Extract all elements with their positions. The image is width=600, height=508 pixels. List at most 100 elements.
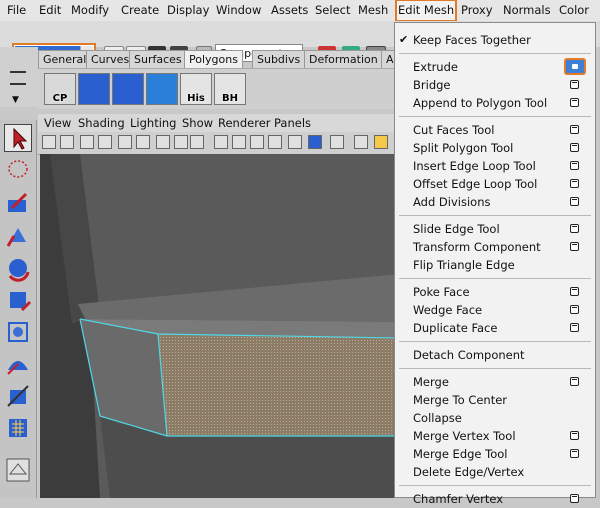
- option-box-icon[interactable]: [570, 143, 579, 152]
- menu-icon[interactable]: [10, 71, 26, 85]
- menu-item-slide-edge-tool[interactable]: Slide Edge Tool: [395, 220, 595, 238]
- menu-item-cut-faces-tool[interactable]: Cut Faces Tool: [395, 121, 595, 139]
- camera-attributes-icon[interactable]: [60, 135, 74, 149]
- option-box-icon[interactable]: [570, 197, 579, 206]
- move-tool-icon[interactable]: [4, 222, 32, 250]
- menu-edit[interactable]: Edit: [38, 0, 62, 21]
- menu-item-offset-edge-loop-tool[interactable]: Offset Edge Loop Tool: [395, 175, 595, 193]
- menu-item-poke-face[interactable]: Poke Face: [395, 283, 595, 301]
- panel-menu-shading[interactable]: Shading: [78, 114, 125, 132]
- menu-item-insert-edge-loop-tool[interactable]: Insert Edge Loop Tool: [395, 157, 595, 175]
- single-pane-layout-icon[interactable]: [4, 456, 32, 484]
- tab-polygons[interactable]: Polygons: [184, 50, 243, 68]
- bookmark-icon[interactable]: [80, 135, 94, 149]
- panel-menu-show[interactable]: Show: [182, 114, 213, 132]
- menu-item-extrude[interactable]: Extrude: [395, 58, 595, 76]
- panel-menu-lighting[interactable]: Lighting: [130, 114, 176, 132]
- option-box-icon[interactable]: [570, 449, 579, 458]
- option-box-icon[interactable]: [570, 305, 579, 314]
- tab-surfaces[interactable]: Surfaces: [129, 50, 187, 68]
- menu-item-add-divisions[interactable]: Add Divisions: [395, 193, 595, 211]
- option-box-icon[interactable]: [570, 125, 579, 134]
- show-manipulator-icon[interactable]: [4, 382, 32, 410]
- menu-color[interactable]: Color: [558, 0, 590, 21]
- viewport[interactable]: [40, 154, 400, 498]
- menu-item-collapse[interactable]: Collapse: [395, 409, 595, 427]
- panel-menu-view[interactable]: View: [44, 114, 71, 132]
- lights-icon[interactable]: [268, 135, 282, 149]
- bevel-icon[interactable]: BH: [214, 73, 246, 105]
- menu-item-merge-vertex-tool[interactable]: Merge Vertex Tool: [395, 427, 595, 445]
- tab-general[interactable]: General: [38, 50, 92, 68]
- menu-display[interactable]: Display: [166, 0, 210, 21]
- menu-item-flip-triangle-edge[interactable]: Flip Triangle Edge: [395, 256, 595, 274]
- menu-proxy[interactable]: Proxy: [460, 0, 494, 21]
- camera-icon[interactable]: [42, 135, 56, 149]
- scale-tool-icon[interactable]: [4, 286, 32, 314]
- menu-modify[interactable]: Modify: [70, 0, 110, 21]
- menu-item-split-polygon-tool[interactable]: Split Polygon Tool: [395, 139, 595, 157]
- safe-action-icon[interactable]: [174, 135, 188, 149]
- menu-item-append-to-polygon-tool[interactable]: Append to Polygon Tool: [395, 94, 595, 112]
- menu-item-wedge-face[interactable]: Wedge Face: [395, 301, 595, 319]
- lasso-tool-icon[interactable]: [4, 156, 32, 184]
- last-tool-icon[interactable]: [4, 414, 32, 442]
- panel-menu-panels[interactable]: Panels: [274, 114, 311, 132]
- menu-select[interactable]: Select: [314, 0, 351, 21]
- menu-item-keep-faces-together[interactable]: ✔ Keep Faces Together: [395, 31, 595, 49]
- rotate-tool-icon[interactable]: [4, 254, 32, 282]
- menu-item-chamfer-vertex[interactable]: Chamfer Vertex: [395, 490, 595, 508]
- menu-item-detach-component[interactable]: Detach Component: [395, 346, 595, 364]
- smooth-icon[interactable]: [146, 73, 178, 105]
- option-box-icon[interactable]: [570, 323, 579, 332]
- isolate-icon[interactable]: [190, 135, 204, 149]
- paint-select-icon[interactable]: [4, 190, 32, 218]
- option-box-icon[interactable]: [570, 224, 579, 233]
- menu-mesh[interactable]: Mesh: [357, 0, 389, 21]
- chevron-down-icon[interactable]: ▼: [12, 95, 19, 105]
- shadows-icon[interactable]: [288, 135, 302, 149]
- image-plane-icon[interactable]: [374, 135, 388, 149]
- menu-item-merge-to-center[interactable]: Merge To Center: [395, 391, 595, 409]
- menu-window[interactable]: Window: [215, 0, 262, 21]
- smooth-shade-icon[interactable]: [232, 135, 246, 149]
- textured-icon[interactable]: [250, 135, 264, 149]
- delete-history-icon[interactable]: His: [180, 73, 212, 105]
- option-box-icon[interactable]: [570, 98, 579, 107]
- extract-icon[interactable]: [78, 73, 110, 105]
- menu-item-merge[interactable]: Merge: [395, 373, 595, 391]
- menu-normals[interactable]: Normals: [502, 0, 552, 21]
- grid-icon[interactable]: [118, 135, 132, 149]
- menu-item-transform-component[interactable]: Transform Component: [395, 238, 595, 256]
- tab-deformation[interactable]: Deformation: [304, 50, 383, 68]
- menu-item-delete-edge-vertex[interactable]: Delete Edge/Vertex: [395, 463, 595, 481]
- menu-file[interactable]: File: [6, 0, 27, 21]
- camera-icon[interactable]: [308, 135, 322, 149]
- resolution-gate-icon[interactable]: [156, 135, 170, 149]
- option-box-icon[interactable]: [570, 80, 579, 89]
- option-box-icon[interactable]: [570, 377, 579, 386]
- image-plane-icon[interactable]: [98, 135, 112, 149]
- option-box-icon[interactable]: [570, 242, 579, 251]
- film-gate-icon[interactable]: [136, 135, 150, 149]
- combine-polygons-icon[interactable]: CP: [44, 73, 76, 105]
- tab-curves[interactable]: Curves: [86, 50, 135, 68]
- option-box-icon[interactable]: [570, 161, 579, 170]
- bookmark-icon[interactable]: [354, 135, 368, 149]
- camera-attributes-icon[interactable]: [330, 135, 344, 149]
- wireframe-icon[interactable]: [214, 135, 228, 149]
- panel-menu-renderer[interactable]: Renderer: [218, 114, 271, 132]
- option-box-icon[interactable]: [570, 431, 579, 440]
- option-box-icon[interactable]: [570, 494, 579, 503]
- tab-subdivs[interactable]: Subdivs: [252, 50, 306, 68]
- option-box-icon[interactable]: [564, 58, 586, 75]
- soft-modification-icon[interactable]: [4, 350, 32, 378]
- menu-item-duplicate-face[interactable]: Duplicate Face: [395, 319, 595, 337]
- menu-assets[interactable]: Assets: [270, 0, 309, 21]
- menu-edit-mesh[interactable]: Edit Mesh: [395, 0, 458, 22]
- select-tool-icon[interactable]: [4, 124, 32, 152]
- option-box-icon[interactable]: [570, 287, 579, 296]
- option-box-icon[interactable]: [570, 179, 579, 188]
- subdivide-icon[interactable]: [112, 73, 144, 105]
- universal-manipulator-icon[interactable]: [4, 318, 32, 346]
